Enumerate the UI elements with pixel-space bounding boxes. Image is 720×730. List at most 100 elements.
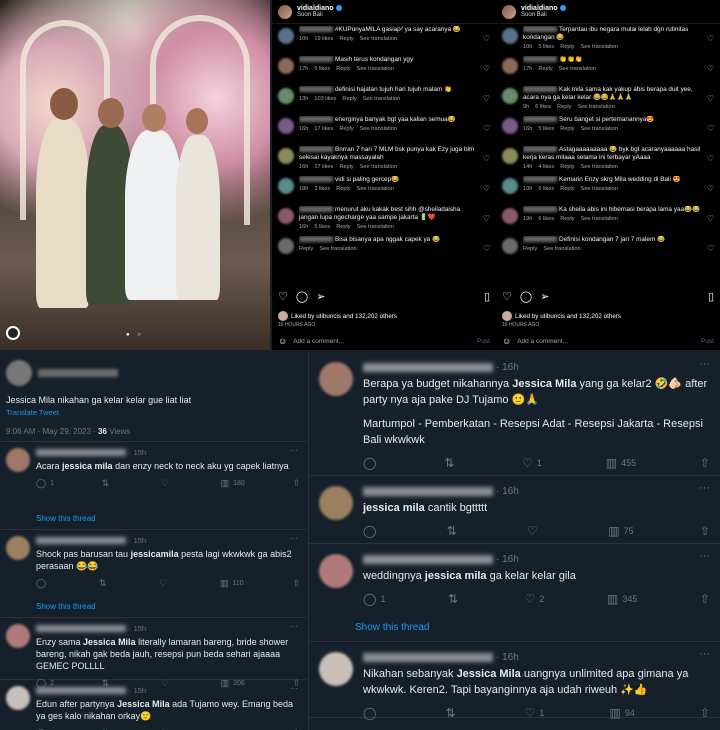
blurred-username[interactable]: [363, 487, 493, 496]
views-action[interactable]: ▥ 345: [607, 592, 637, 606]
reply-action[interactable]: ◯: [363, 524, 380, 538]
retweet-action[interactable]: ⇅: [447, 524, 461, 538]
reply-tweet[interactable]: · 16h Berapa ya budget nikahannya Jessica…: [309, 352, 720, 476]
more-icon[interactable]: ···: [699, 550, 710, 562]
blurred-username[interactable]: [299, 86, 333, 93]
avatar[interactable]: [278, 4, 292, 19]
main-tweet[interactable]: Jessica Mila nikahan ga kelar kelar gue …: [0, 352, 306, 442]
avatar[interactable]: [278, 28, 294, 44]
reply-link[interactable]: Reply: [523, 246, 537, 252]
instagram-post-photo[interactable]: ● ○: [0, 0, 270, 350]
comment-likes[interactable]: 103 likes: [314, 96, 336, 102]
reply-action[interactable]: ◯: [36, 578, 50, 589]
avatar[interactable]: [319, 362, 353, 396]
views-action[interactable]: ▥ 75: [608, 524, 633, 538]
liked-by[interactable]: Liked by utibuncis and 132,202 others: [502, 311, 714, 321]
heart-icon[interactable]: ♡: [707, 64, 714, 84]
post-button[interactable]: Post: [701, 338, 714, 345]
heart-icon[interactable]: ♡: [707, 154, 714, 174]
heart-icon[interactable]: ♡: [483, 34, 490, 54]
add-comment-input[interactable]: Add a comment...: [517, 338, 568, 345]
blurred-username[interactable]: [299, 146, 333, 153]
heart-icon[interactable]: ♡: [483, 124, 490, 144]
views-action[interactable]: ▥ 94: [609, 706, 634, 720]
blurred-username[interactable]: [523, 236, 557, 243]
blurred-username[interactable]: [523, 206, 557, 213]
comment-likes[interactable]: 6 likes: [538, 186, 554, 192]
bookmark-icon[interactable]: ▯: [484, 290, 490, 303]
reply-tweet[interactable]: · 15h Shock pas barusan tau jessicamila p…: [0, 530, 306, 596]
avatar[interactable]: [319, 554, 353, 588]
more-icon[interactable]: ···: [290, 622, 298, 631]
see-translation-link[interactable]: See translation: [360, 36, 397, 42]
comment-likes[interactable]: 17 likes: [314, 126, 333, 132]
see-translation-link[interactable]: See translation: [363, 96, 400, 102]
see-translation-link[interactable]: See translation: [581, 126, 618, 132]
share-icon[interactable]: ➢: [540, 290, 549, 303]
avatar[interactable]: [278, 88, 294, 104]
heart-icon[interactable]: ♡: [278, 290, 288, 303]
retweet-action[interactable]: ⇅: [448, 592, 462, 606]
retweet-action[interactable]: ⇅: [102, 478, 114, 489]
avatar[interactable]: [6, 448, 30, 472]
heart-icon[interactable]: ♡: [483, 214, 490, 234]
location[interactable]: Soori Bali: [521, 12, 566, 18]
reply-link[interactable]: Reply: [560, 126, 574, 132]
more-icon[interactable]: ···: [290, 534, 298, 543]
heart-icon[interactable]: ♡: [707, 34, 714, 54]
heart-icon[interactable]: ♡: [483, 184, 490, 204]
reply-link[interactable]: Reply: [342, 96, 356, 102]
blurred-username[interactable]: [299, 116, 333, 123]
location[interactable]: Soori Bali: [297, 12, 342, 18]
blurred-username[interactable]: [363, 653, 493, 662]
more-icon[interactable]: ···: [290, 446, 298, 455]
show-thread-link[interactable]: Show this thread: [309, 614, 720, 642]
show-thread-link[interactable]: Show this thread: [0, 596, 306, 618]
heart-icon[interactable]: ♡: [707, 184, 714, 204]
comment-likes[interactable]: 4 likes: [538, 164, 554, 170]
reply-link[interactable]: Reply: [336, 224, 350, 230]
comment-likes[interactable]: 6 likes: [538, 216, 554, 222]
retweet-action[interactable]: ⇅: [446, 706, 460, 720]
see-translation-link[interactable]: See translation: [357, 224, 394, 230]
emoji-icon[interactable]: ☺: [278, 336, 287, 346]
see-translation-link[interactable]: See translation: [581, 186, 618, 192]
like-action[interactable]: ♡: [159, 578, 171, 589]
more-icon[interactable]: ···: [699, 648, 710, 660]
username[interactable]: vidialdiano: [297, 5, 342, 12]
avatar[interactable]: [502, 58, 518, 74]
reply-link[interactable]: Reply: [538, 66, 552, 72]
more-icon[interactable]: ···: [290, 684, 298, 693]
views-action[interactable]: ▥ 110: [220, 578, 244, 589]
see-translation-link[interactable]: See translation: [360, 126, 397, 132]
reply-action[interactable]: ◯: [363, 456, 380, 470]
like-action[interactable]: ♡ 2: [525, 592, 545, 606]
comment-list[interactable]: Terpantau ibu negara mulai lelah dgn rut…: [496, 26, 720, 278]
reply-link[interactable]: Reply: [339, 36, 353, 42]
avatar[interactable]: [319, 486, 353, 520]
avatar[interactable]: [6, 624, 30, 648]
heart-icon[interactable]: ♡: [707, 244, 714, 264]
heart-icon[interactable]: ♡: [707, 124, 714, 144]
blurred-username[interactable]: [523, 176, 557, 183]
like-action[interactable]: ♡: [527, 524, 542, 538]
reply-link[interactable]: Reply: [339, 126, 353, 132]
reply-tweet[interactable]: · 15h Edun after partynya Jessica Mila ad…: [0, 680, 306, 730]
blurred-username[interactable]: [299, 26, 333, 33]
share-action[interactable]: ⇧: [700, 456, 710, 470]
avatar[interactable]: [502, 118, 518, 134]
heart-icon[interactable]: ♡: [483, 244, 490, 264]
blurred-username[interactable]: [523, 86, 557, 93]
see-translation-link[interactable]: See translation: [581, 216, 618, 222]
avatar[interactable]: [502, 238, 518, 254]
more-icon[interactable]: ···: [699, 358, 710, 370]
like-action[interactable]: ♡ 1: [522, 456, 542, 470]
views-action[interactable]: ▥ 180: [221, 478, 245, 489]
liked-by[interactable]: Liked by utibuncis and 132,202 others: [278, 311, 490, 321]
see-translation-link[interactable]: See translation: [581, 164, 618, 170]
reply-tweet[interactable]: · 16h jessica mila cantik bgttttt ◯ ⇅ ♡ ▥ 75 ⇧ ·…: [309, 476, 720, 544]
username[interactable]: vidialdiano: [521, 5, 566, 12]
heart-icon[interactable]: ♡: [707, 214, 714, 234]
reply-action[interactable]: ◯1: [36, 478, 54, 489]
heart-icon[interactable]: ♡: [483, 64, 490, 84]
